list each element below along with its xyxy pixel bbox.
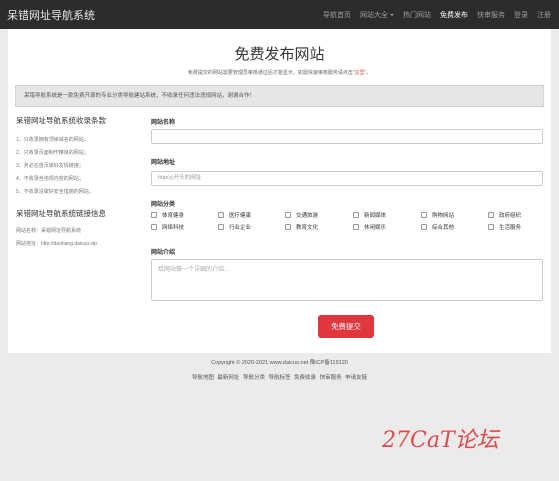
footer-link-tags[interactable]: 导航标签 bbox=[268, 375, 290, 381]
rules-title: 呆错网址导航系统收录条款 bbox=[16, 116, 106, 125]
nav-directory[interactable]: 网站大全 bbox=[360, 10, 394, 20]
name-label: 网站名称 bbox=[151, 120, 176, 126]
checkbox-icon bbox=[421, 212, 427, 218]
category-label-text: 教育文化 bbox=[296, 225, 319, 231]
rule-item: 3、务必在首页做好友情链接； bbox=[16, 163, 84, 169]
chevron-down-icon bbox=[390, 13, 394, 16]
category-label: 网站分类 bbox=[151, 202, 176, 208]
checkbox-icon bbox=[353, 212, 359, 218]
checkbox-icon bbox=[353, 224, 359, 230]
category-checkbox[interactable]: 教育文化 bbox=[285, 223, 318, 231]
links-title: 呆错网址导航系统链接信息 bbox=[16, 209, 106, 218]
footer-link-sitemap[interactable]: 导航地图 bbox=[192, 375, 214, 381]
category-checkbox[interactable]: 综合其他 bbox=[421, 223, 454, 231]
category-checkbox[interactable]: 体育健身 bbox=[151, 211, 184, 219]
checkbox-icon bbox=[218, 224, 224, 230]
category-checkbox[interactable]: 网络科技 bbox=[151, 223, 184, 231]
footer-link-free-submit[interactable]: 免费收录 bbox=[294, 375, 316, 381]
category-label-text: 政府组织 bbox=[499, 213, 522, 219]
category-checkbox[interactable]: 休闲娱乐 bbox=[353, 223, 386, 231]
nav-register[interactable]: 注册 bbox=[537, 10, 551, 20]
category-checkbox[interactable]: 政府组织 bbox=[488, 211, 521, 219]
footer-link-latest[interactable]: 最新网址 bbox=[217, 375, 239, 381]
category-label-text: 休闲娱乐 bbox=[364, 225, 387, 231]
checkbox-icon bbox=[151, 212, 157, 218]
nav-home[interactable]: 导航首页 bbox=[323, 10, 351, 20]
category-label-text: 医疗健康 bbox=[229, 213, 252, 219]
rule-item: 2、只收录页面制作精良的网站； bbox=[16, 150, 89, 156]
footer-link-categories[interactable]: 导航分类 bbox=[243, 375, 265, 381]
page-subtitle: 免费提交的网站需要管理员审核通过后才能显示，如需快速审核服务请点击“这里”。 bbox=[8, 69, 551, 76]
rule-item: 1、只收录拥有顶级域名的网站； bbox=[16, 137, 89, 143]
sidebar: 呆错网址导航系统收录条款 1、只收录拥有顶级域名的网站； 2、只收录页面制作精良… bbox=[16, 115, 142, 251]
top-navbar: 呆错网址导航系统 导航首页 网站大全 热门网站 免费发布 快审服务 登录 注册 bbox=[0, 0, 559, 29]
nav-directory-label: 网站大全 bbox=[360, 11, 388, 19]
rule-item: 5、不收录没做好安全措施的网站。 bbox=[16, 189, 94, 195]
footer-link-fast-review[interactable]: 快审服务 bbox=[320, 375, 342, 381]
category-label-text: 生活服务 bbox=[499, 225, 522, 231]
category-label-text: 购物网站 bbox=[432, 213, 455, 219]
site-url-info: 网站地址：http://daohang.daicuo.vip bbox=[16, 241, 97, 247]
page-title: 免费发布网站 bbox=[234, 46, 325, 63]
nav-menu: 导航首页 网站大全 热门网站 免费发布 快审服务 登录 注册 bbox=[314, 10, 551, 20]
category-label-text: 行业企业 bbox=[229, 225, 252, 231]
watermark-logo: 27CaT论坛 bbox=[382, 428, 499, 453]
footer-links: 导航地图 最新网址 导航分类 导航标签 免费收录 快审服务 申请友链 bbox=[0, 373, 559, 381]
main-panel: 免费发布网站 免费提交的网站需要管理员审核通过后才能显示，如需快速审核服务请点击… bbox=[8, 29, 551, 353]
checkbox-icon bbox=[218, 212, 224, 218]
fast-review-link[interactable]: 这里 bbox=[354, 70, 364, 76]
site-name-input[interactable] bbox=[151, 129, 543, 144]
site-brand[interactable]: 呆错网址导航系统 bbox=[7, 7, 95, 23]
category-checkbox[interactable]: 购物网站 bbox=[421, 211, 454, 219]
checkbox-icon bbox=[421, 224, 427, 230]
category-checkbox[interactable]: 交通旅游 bbox=[285, 211, 318, 219]
footer-link-friend-links[interactable]: 申请友链 bbox=[345, 375, 367, 381]
checkbox-icon bbox=[285, 224, 291, 230]
subtitle-end: ”。 bbox=[364, 70, 372, 76]
category-checkbox[interactable]: 医疗健康 bbox=[218, 211, 251, 219]
notice-banner: 呆错导航系统是一款免费开源的专业分类导航建站系统，不收录任何违法违规网站，谢谢合… bbox=[15, 85, 544, 107]
checkbox-icon bbox=[488, 224, 494, 230]
footer-copyright: Copyright © 2020-2021 www.daicuo.net 豫IC… bbox=[211, 360, 348, 366]
site-intro-textarea[interactable]: 给网站做一个详细的介绍... bbox=[151, 259, 543, 301]
url-label: 网站地址 bbox=[151, 160, 176, 166]
checkbox-icon bbox=[285, 212, 291, 218]
category-checkbox[interactable]: 生活服务 bbox=[488, 223, 521, 231]
category-label-text: 网络科技 bbox=[162, 225, 185, 231]
submit-button[interactable]: 免费提交 bbox=[318, 315, 374, 338]
subtitle-text: 免费提交的网站需要管理员审核通过后才能显示，如需快速审核服务请点击“ bbox=[187, 70, 355, 76]
category-checkbox[interactable]: 行业企业 bbox=[218, 223, 251, 231]
category-checkbox[interactable]: 新闻媒体 bbox=[353, 211, 386, 219]
category-label-text: 体育健身 bbox=[162, 213, 185, 219]
nav-popular[interactable]: 热门网站 bbox=[403, 10, 431, 20]
nav-free-submit[interactable]: 免费发布 bbox=[440, 10, 468, 20]
category-label-text: 综合其他 bbox=[432, 225, 455, 231]
rule-item: 4、不收录含违规内容的网站； bbox=[16, 176, 84, 182]
category-label-text: 交通旅游 bbox=[296, 213, 319, 219]
site-url-input[interactable]: http(s)开头的网址 bbox=[151, 171, 543, 186]
site-name-info: 网站名称：呆错网址导航系统 bbox=[16, 228, 82, 234]
nav-fast-review[interactable]: 快审服务 bbox=[477, 10, 505, 20]
intro-label: 网站介绍 bbox=[151, 250, 176, 256]
checkbox-icon bbox=[151, 224, 157, 230]
category-label-text: 新闻媒体 bbox=[364, 213, 387, 219]
checkbox-icon bbox=[488, 212, 494, 218]
nav-login[interactable]: 登录 bbox=[514, 10, 528, 20]
